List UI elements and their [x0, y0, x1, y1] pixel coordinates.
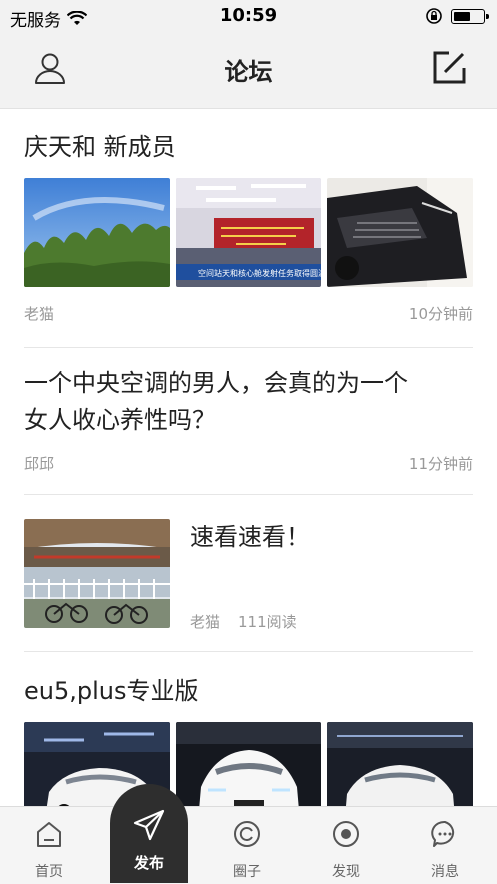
post-author: 邱邱	[24, 455, 55, 473]
post-title-line: 一个中央空调的男人，会真的为一个	[24, 369, 408, 397]
tab-bar: 首页 圈子 发现 消息	[0, 806, 497, 884]
message-icon	[431, 820, 455, 847]
post-title-line: 女人收心养性吗？	[24, 406, 216, 434]
conference-hall-photo[interactable]: 空间站天和核心舱发射任务取得圆满	[175, 178, 322, 287]
status-time: 10:59	[219, 5, 278, 26]
post-title: 速看速看！	[190, 523, 310, 551]
post-author: 老猫	[24, 305, 55, 323]
post-meta: 老猫 10分钟前	[24, 303, 473, 324]
car-front-photo[interactable]	[327, 178, 474, 287]
tab-label: 首页	[35, 864, 63, 880]
status-bar: 无服务 10:59	[0, 0, 497, 34]
trees-sky-photo[interactable]	[24, 178, 170, 287]
post-title: 庆天和 新成员	[24, 133, 176, 161]
post-card[interactable]: 速看速看！ 老猫 111阅读	[24, 519, 473, 632]
post-title: eu5,plus专业版	[24, 677, 199, 705]
tab-label: 消息	[431, 864, 459, 880]
post-meta: 邱邱 11分钟前	[24, 453, 473, 474]
status-right	[425, 7, 489, 25]
street-bicycles-photo[interactable]	[24, 519, 170, 628]
divider	[24, 347, 473, 348]
publish-label: 发布	[133, 854, 164, 872]
post-time: 10分钟前	[408, 305, 473, 323]
discover-icon	[333, 821, 359, 847]
edit-icon[interactable]	[429, 48, 469, 88]
tab-circle[interactable]: 圈子	[212, 807, 282, 884]
home-icon	[37, 822, 61, 847]
tab-discover[interactable]: 发现	[311, 807, 381, 884]
tab-messages[interactable]: 消息	[410, 807, 480, 884]
orientation-lock-icon	[426, 8, 442, 24]
divider	[24, 651, 473, 652]
photo-caption: 空间站天和核心舱发射任务取得圆满	[198, 268, 322, 278]
divider	[24, 494, 473, 495]
post-images: 空间站天和核心舱发射任务取得圆满	[24, 178, 474, 287]
post-meta: 老猫 111阅读	[190, 611, 297, 632]
post-author: 老猫	[190, 613, 221, 631]
page-title: 论坛	[224, 58, 273, 86]
post-time: 11分钟前	[408, 455, 473, 473]
post-reads: 111阅读	[238, 613, 297, 631]
send-icon	[133, 809, 165, 841]
post-card[interactable]: 庆天和 新成员 空间站天和核心舱发射任务取得圆满 老猫 10分钟前	[24, 129, 474, 324]
post-card[interactable]: 一个中央空调的男人，会真的为一个 女人收心养性吗？ 邱邱 11分钟前	[24, 365, 473, 474]
battery-icon	[451, 8, 489, 24]
nav-bar: 论坛	[0, 34, 497, 109]
circle-icon	[234, 821, 260, 847]
tab-label: 圈子	[233, 864, 261, 880]
publish-button[interactable]: 发布	[110, 784, 188, 883]
tab-home[interactable]: 首页	[14, 807, 84, 884]
tab-label: 发现	[332, 864, 360, 880]
